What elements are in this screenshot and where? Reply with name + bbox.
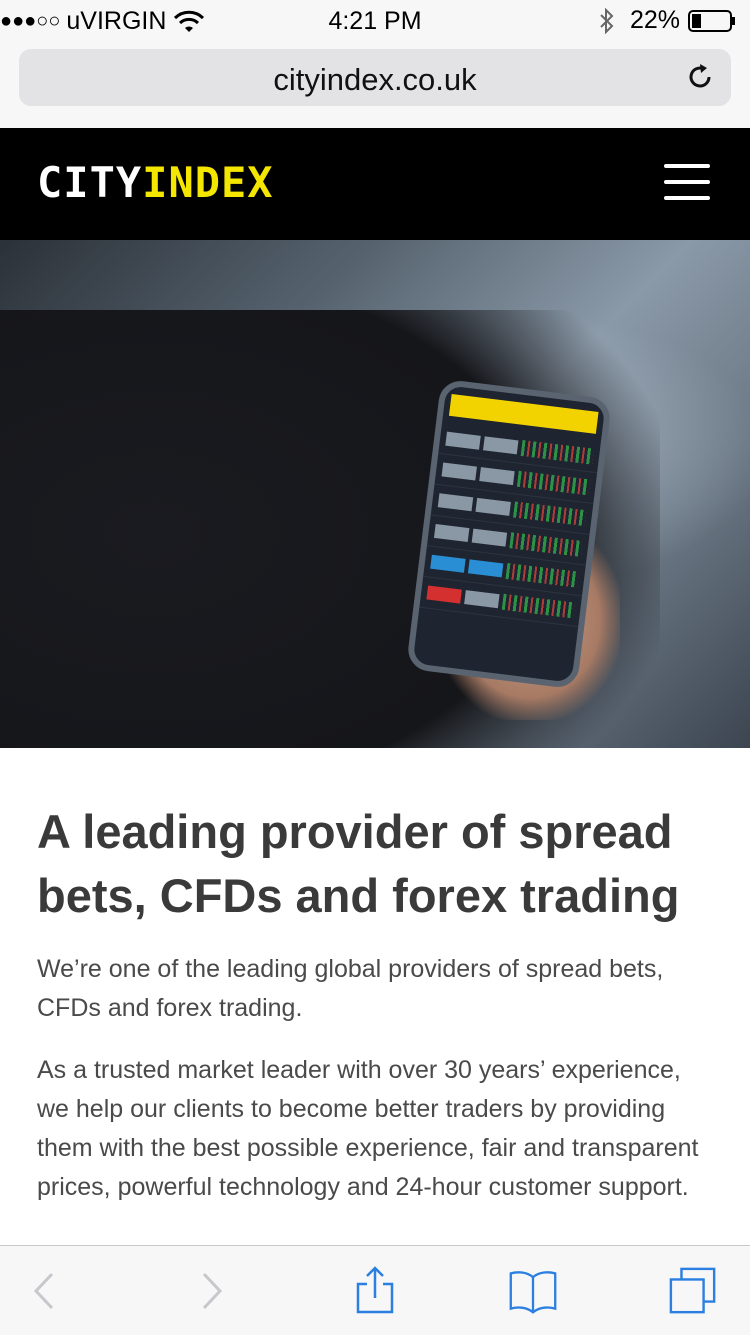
address-field[interactable]: cityindex.co.uk [19,49,731,106]
logo-city-text: CITY [37,158,143,207]
sparkline [516,470,591,496]
sparkline [520,439,595,465]
sparkline [513,501,587,527]
cityindex-logo[interactable]: CITYINDEX [37,158,274,207]
smartphone-trading-app [405,378,613,690]
hero-image [0,240,750,748]
bookmarks-icon[interactable] [508,1266,558,1316]
url-text[interactable]: cityindex.co.uk [19,62,731,98]
battery-icon [688,9,735,32]
menu-bar [664,164,710,168]
sparkline [501,593,576,619]
price-box [479,467,515,486]
tabs-icon[interactable] [668,1266,718,1316]
price-box [433,523,470,543]
menu-bar [664,180,710,184]
site-header: CITYINDEX [0,128,750,240]
sparkline [509,532,583,557]
price-box [437,493,474,512]
back-icon[interactable] [20,1266,70,1316]
reload-icon[interactable] [685,62,715,92]
forward-icon[interactable] [186,1266,236,1316]
intro-paragraph: We’re one of the leading global provider… [37,955,664,1022]
price-box [445,431,481,450]
price-box [483,436,519,455]
logo-index-text: INDEX [142,158,274,207]
price-box [426,585,462,604]
description-paragraph: As a trusted market leader with over 30 … [37,1056,699,1201]
battery-percentage: 22% [629,6,680,34]
price-box [471,528,508,547]
menu-bar [664,196,710,200]
price-box [464,590,500,609]
price-box [467,559,504,578]
browser-url-bar: cityindex.co.uk [0,40,750,129]
price-box [430,554,466,573]
browser-toolbar [0,1245,750,1335]
price-box [475,497,511,516]
hamburger-menu-icon[interactable] [664,164,710,204]
status-bar: ●●●○○ uVIRGIN 4:21 PM 22% [0,0,750,40]
page-headline: A leading provider of spread bets, CFDs … [37,805,680,922]
sparkline [505,563,579,588]
price-box [441,462,477,481]
share-icon[interactable] [350,1266,400,1316]
bluetooth-icon [600,7,614,34]
